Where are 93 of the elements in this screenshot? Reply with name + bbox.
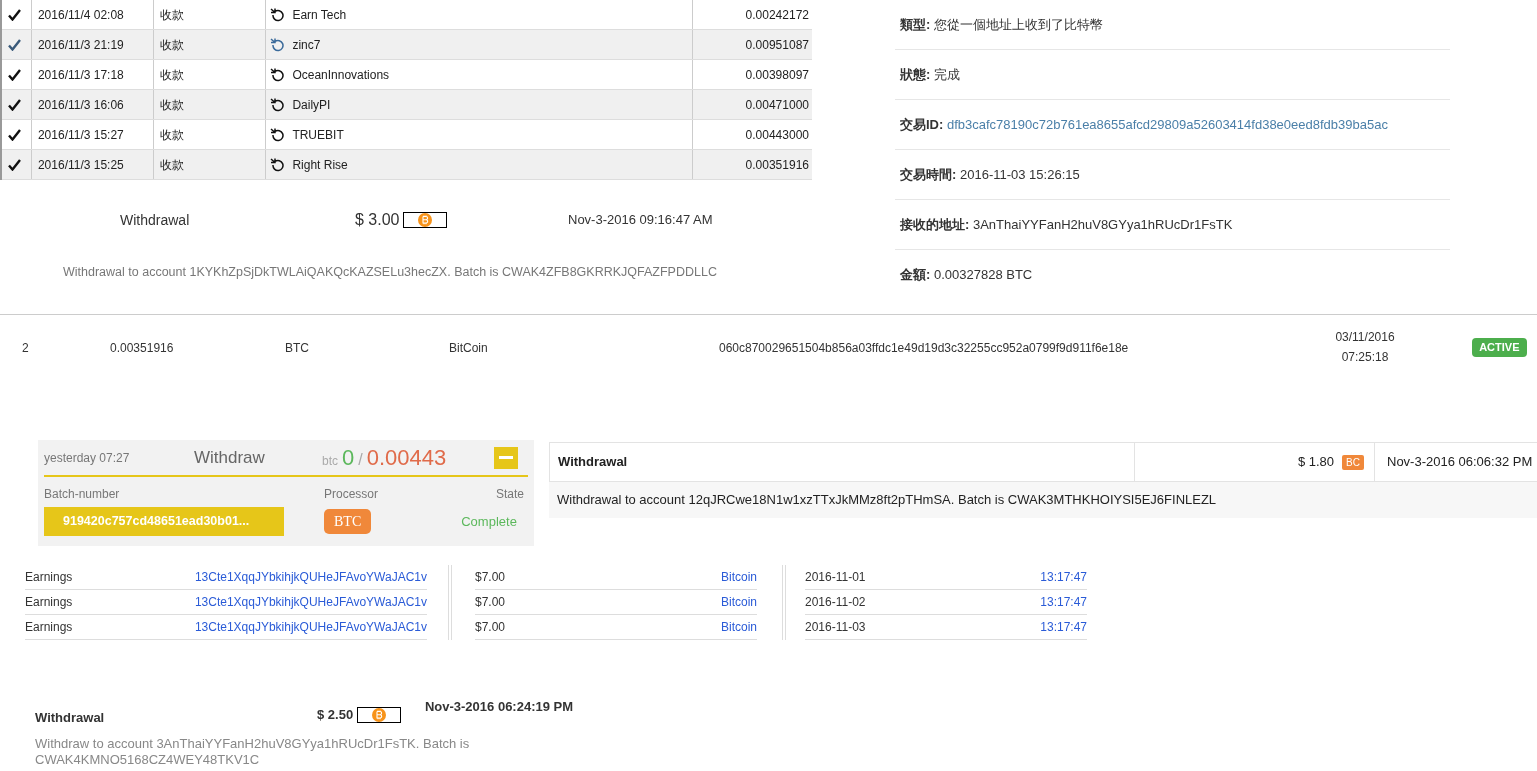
processor-badge: BTC <box>324 509 372 534</box>
date-text: 03/11/2016 <box>1334 329 1396 347</box>
date-text: Nov-3-2016 06:06:32 PM <box>1387 453 1533 472</box>
detail-line: 類型: 您從一個地址上收到了比特幣 <box>900 15 1103 34</box>
transaction-row[interactable]: 2016/11/3 16:06 收款 DailyPI 0.00471000 <box>2 90 812 120</box>
unit-label: btc <box>322 453 338 470</box>
type-text: 收款 <box>159 6 184 24</box>
receive-arrow-icon <box>270 7 285 22</box>
amount-text: $ 3.00 <box>355 210 400 230</box>
amount-text: 0.00242172 <box>745 6 809 24</box>
withdrawal-title: Withdrawal <box>120 211 190 228</box>
table-cell-text: 0.00351916 <box>110 339 174 357</box>
detail-line: 接收的地址: 3AnThaiYYFanH2huV8GYya1hRUcDr1FsTK <box>900 215 1233 234</box>
earnings-cell-text: $7.00 <box>475 569 506 586</box>
total-amount: 0.00443 <box>366 444 447 472</box>
earnings-cell-text: 2016-11-02 <box>805 594 866 611</box>
earnings-link[interactable]: Bitcoin <box>720 593 757 611</box>
payer-name: zinc7 <box>292 36 321 54</box>
date-text: Nov-3-2016 06:24:19 PM <box>424 700 574 716</box>
amount-separator: / <box>358 450 363 470</box>
receive-arrow-icon <box>270 157 285 172</box>
payer-name: DailyPI <box>292 96 331 114</box>
amount-text: 0.00398097 <box>745 66 809 84</box>
transaction-row[interactable]: 2016/11/3 21:19 收款 zinc7 0.00951087 <box>2 30 812 60</box>
receive-arrow-icon <box>270 37 285 52</box>
amount-text: 0.00471000 <box>745 96 809 114</box>
earnings-link[interactable]: 13:17:47 <box>1040 593 1087 611</box>
earnings-cell-text: 2016-11-01 <box>805 569 866 586</box>
payer-name: OceanInnovations <box>292 66 390 84</box>
column-header: Batch-number <box>44 486 121 503</box>
payer-name: Right Rise <box>292 156 348 174</box>
earnings-cell-text: Earnings <box>25 619 73 636</box>
column-header: Processor <box>324 486 380 503</box>
earnings-link[interactable]: 13Cte1XqqJYbkihjkQUHeJFAvoYWaJAC1v <box>194 593 427 611</box>
status-badge: ACTIVE <box>1472 338 1527 357</box>
state-text: Complete <box>461 512 517 531</box>
transaction-id-line: 交易ID: dfb3cafc78190c72b761ea8655afcd29809a52603414fd38e0eed8fdb39ba5ac <box>900 115 1388 134</box>
withdrawal-title: Withdrawal <box>558 453 628 472</box>
amount-text: $ 1.80 <box>1297 453 1335 472</box>
withdrawal-title: Withdrawal <box>35 709 106 727</box>
amount-text: 0.00351916 <box>745 156 809 174</box>
earnings-cell-text: Earnings <box>25 569 73 586</box>
earnings-link[interactable]: 13Cte1XqqJYbkihjkQUHeJFAvoYWaJAC1v <box>194 568 427 586</box>
table-cell-text: BTC <box>285 339 309 357</box>
detail-line: 交易時間: 2016-11-03 15:26:15 <box>900 165 1080 184</box>
detail-line: 狀態: 完成 <box>900 65 960 84</box>
date-text: 2016/11/3 17:18 <box>37 66 124 84</box>
type-text: 收款 <box>159 126 184 144</box>
table-cell-text: 060c870029651504b856a03ffdc1e49d19d3c32255cc952a0799f9d911f6e18e <box>719 339 1129 357</box>
withdraw-title: Withdraw <box>194 446 266 469</box>
receive-arrow-icon <box>270 67 285 82</box>
date-text: 2016/11/3 16:06 <box>37 96 124 114</box>
amount-text: 0.00951087 <box>745 36 809 54</box>
type-text: 收款 <box>159 66 184 84</box>
date-text: 2016/11/3 21:19 <box>37 36 124 54</box>
earnings-cell-text: $7.00 <box>475 594 506 611</box>
payer-name: Earn Tech <box>292 6 347 24</box>
withdrawal-note: Withdrawal to account 1KYKhZpSjDkTWLAiQAKQcKAZSELu3hecZX. Batch is CWAK4ZFB8GKRRKJQFAZFPDDLLC <box>62 264 718 281</box>
date-text: 2016/11/3 15:27 <box>37 126 124 144</box>
amount-text: $ 2.50 <box>317 706 354 725</box>
receive-arrow-icon <box>270 97 285 112</box>
bitcoin-icon <box>418 213 433 227</box>
type-text: 收款 <box>159 156 184 174</box>
earnings-link[interactable]: Bitcoin <box>720 618 757 636</box>
earnings-link[interactable]: 13:17:47 <box>1040 618 1087 636</box>
earnings-link[interactable]: 13:17:47 <box>1040 568 1087 586</box>
earnings-link[interactable]: 13Cte1XqqJYbkihjkQUHeJFAvoYWaJAC1v <box>194 618 427 636</box>
type-text: 收款 <box>159 36 184 54</box>
table-cell-text: BitCoin <box>449 339 488 357</box>
payer-name: TRUEBIT <box>292 126 344 144</box>
batch-number: 919420c757cd48651ead30b01... <box>44 507 284 536</box>
column-header: State <box>494 486 524 503</box>
earnings-link[interactable]: Bitcoin <box>720 568 757 586</box>
earnings-cell-text: Earnings <box>25 594 73 611</box>
collapse-button[interactable] <box>494 446 518 469</box>
table-cell-text: 2 <box>22 339 29 357</box>
withdrawal-note: Withdrawal to account 12qJRCwe18N1w1xzTTxJkMMz8ft2pTHmSA. Batch is CWAK3MTHKHOIYSI5EJ6FINLEZL <box>557 491 1217 510</box>
earnings-cell-text: $7.00 <box>475 619 506 636</box>
receive-arrow-icon <box>270 127 285 142</box>
date-text: 2016/11/4 02:08 <box>37 6 124 24</box>
bitcoin-icon <box>372 708 387 722</box>
transaction-row[interactable]: 2016/11/3 15:25 收款 Right Rise 0.00351916 <box>2 150 812 180</box>
amount-text: 0.00443000 <box>745 126 809 144</box>
earnings-cell-text: 2016-11-03 <box>805 619 866 636</box>
paid-amount: 0 <box>342 444 355 472</box>
time-text: yesterday 07:27 <box>44 449 131 467</box>
detail-line: 金額: 0.00327828 BTC <box>900 266 1033 285</box>
withdrawal-note: Withdraw to account 3AnThaiYYFanH2huV8GYya1hRUcDr1FsTK. Batch is CWAK4KMNO5168CZ4WEY48TKV1C <box>35 736 471 768</box>
currency-badge: BC <box>1342 454 1364 470</box>
date-text: 2016/11/3 15:25 <box>37 156 124 174</box>
date-text: Nov-3-2016 09:16:47 AM <box>567 211 713 230</box>
type-text: 收款 <box>159 96 184 114</box>
time-text: 07:25:18 <box>1340 348 1390 366</box>
